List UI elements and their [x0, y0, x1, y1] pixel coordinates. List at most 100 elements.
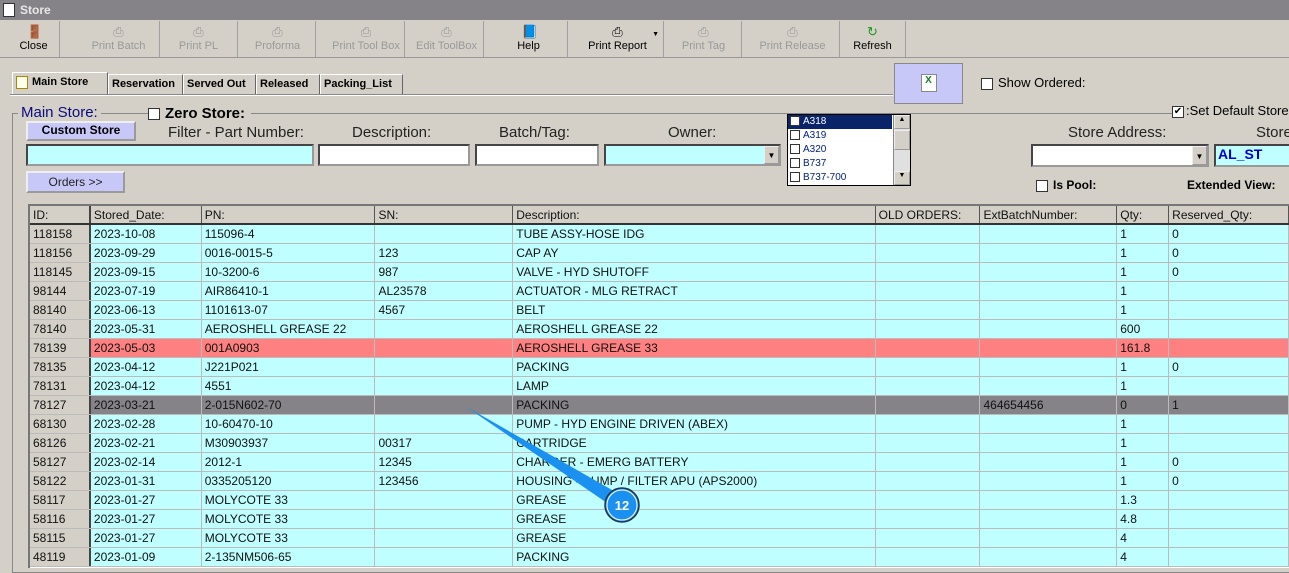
toolbar-print-pl-button[interactable]: ⎙ Print PL — [160, 21, 238, 57]
table-row[interactable]: 88140 2023-06-13 1101613-07 4567 BELT 1 — [30, 301, 1289, 320]
zero-store-checkbox[interactable]: Zero Store: — [148, 105, 252, 122]
chevron-down-icon[interactable]: ▼ — [1192, 146, 1207, 165]
checkbox[interactable] — [790, 130, 800, 141]
tab-packing-list[interactable]: Packing_List — [320, 74, 403, 94]
column-header[interactable]: ID: — [30, 206, 91, 223]
table-row[interactable]: 58115 2023-01-27 MOLYCOTE 33 GREASE 4 — [30, 529, 1289, 548]
tab-served-out[interactable]: Served Out — [183, 74, 256, 94]
table-row[interactable]: 78140 2023-05-31 AEROSHELL GREASE 22 AEROSH… — [30, 320, 1289, 339]
column-header[interactable]: SN: — [375, 206, 514, 223]
description-input[interactable] — [318, 144, 470, 166]
set-default-store-checkbox[interactable]: ✔:Set Default Store — [1172, 103, 1289, 118]
batch-input[interactable] — [475, 144, 599, 166]
table-cell — [980, 225, 1118, 243]
table-cell: 464654456 — [980, 396, 1118, 414]
table-cell — [1169, 282, 1289, 300]
table-header[interactable]: ID: Stored_Date: PN: SN: Description: OLD ORD… — [30, 206, 1289, 225]
table-cell: 10-3200-6 — [202, 263, 376, 281]
table-cell: 58116 — [30, 510, 91, 528]
scroll-thumb[interactable] — [894, 130, 910, 150]
table-cell: 2023-06-13 — [91, 301, 202, 319]
table-row[interactable]: 78131 2023-04-12 4551 LAMP 1 — [30, 377, 1289, 396]
toolbar-close-button[interactable]: 🚪 Close — [8, 21, 60, 57]
group-title: Main Store: — [18, 104, 101, 121]
table-row[interactable]: 118156 2023-09-29 0016-0015-5 123 CAP AY 1 0 — [30, 244, 1289, 263]
column-header[interactable]: Stored_Date: — [91, 206, 202, 223]
toolbar-refresh-button[interactable]: ↻ Refresh — [840, 21, 906, 57]
table-cell: 2023-02-28 — [91, 415, 202, 433]
store-address-select[interactable]: ▼ — [1031, 144, 1209, 167]
table-row[interactable]: 58127 2023-02-14 2012-1 12345 CHARGER - EMER… — [30, 453, 1289, 472]
table-row[interactable]: 58117 2023-01-27 MOLYCOTE 33 GREASE 1.3 — [30, 491, 1289, 510]
table-row[interactable]: 98144 2023-07-19 AIR86410-1 AL23578 ACTUATOR… — [30, 282, 1289, 301]
table-cell: 4 — [1117, 548, 1170, 566]
table-cell: 1 — [1117, 434, 1170, 452]
divider — [10, 94, 893, 96]
is-pool-checkbox[interactable]: Is Pool: — [1036, 178, 1096, 192]
toolbar-print-release-button[interactable]: ⎙ Print Release — [746, 21, 840, 57]
table-cell — [876, 529, 981, 547]
export-excel-button[interactable]: X — [894, 63, 963, 104]
store-input[interactable]: AL_ST — [1214, 144, 1289, 167]
column-header[interactable]: OLD ORDERS: — [876, 206, 981, 223]
table-row[interactable]: 58116 2023-01-27 MOLYCOTE 33 GREASE 4.8 — [30, 510, 1289, 529]
orders-button[interactable]: Orders >> — [26, 171, 125, 193]
table-row[interactable]: 118145 2023-09-15 10-3200-6 987 VALVE - HYD … — [30, 263, 1289, 282]
owner-option[interactable]: B737 — [788, 157, 892, 171]
table-cell: 58117 — [30, 491, 91, 509]
part-number-input[interactable] — [26, 144, 314, 166]
toolbar-print-batch-button[interactable]: ⎙ Print Batch — [78, 21, 160, 57]
toolbar-help-button[interactable]: 📘 Help — [490, 21, 568, 57]
table-cell — [375, 320, 514, 338]
show-ordered-checkbox[interactable]: Show Ordered: — [981, 75, 1085, 90]
scroll-up-icon[interactable]: ▲ — [894, 115, 910, 129]
table-row[interactable]: 78139 2023-05-03 001A0903 AEROSHELL GREASE … — [30, 339, 1289, 358]
owner-option[interactable]: A318 — [788, 115, 892, 129]
toolbar-proforma-button[interactable]: ⎙ Proforma — [240, 21, 316, 57]
table-cell — [876, 453, 981, 471]
owner-option[interactable]: B737-700 — [788, 171, 892, 185]
scrollbar[interactable]: ▲ ▼ — [893, 115, 910, 185]
table-cell: MOLYCOTE 33 — [202, 491, 376, 509]
table-cell: 2023-01-09 — [91, 548, 202, 566]
checkbox[interactable] — [790, 144, 800, 155]
table-cell: 2023-02-21 — [91, 434, 202, 452]
table-row[interactable]: 58122 2023-01-31 0335205120 123456 HOUSING -… — [30, 472, 1289, 491]
owner-select[interactable]: ▼ — [604, 144, 781, 166]
table-row[interactable]: 118158 2023-10-08 115096-4 TUBE ASSY-HOSE I… — [30, 225, 1289, 244]
tab-reservation[interactable]: Reservation — [108, 74, 183, 94]
tab-released[interactable]: Released — [256, 74, 320, 94]
toolbar-print-tool-box-button[interactable]: ⎙ Print Tool Box — [328, 21, 405, 57]
owner-option[interactable]: A320 — [788, 143, 892, 157]
tab-main-store[interactable]: Main Store — [12, 72, 108, 95]
owner-list[interactable]: ▲ ▼ A318 A319 A320 B737 B737-700 — [787, 114, 911, 186]
table-cell: 0 — [1117, 396, 1170, 414]
table-row[interactable]: 78127 2023-03-21 2-015N602-70 PACKING 464654… — [30, 396, 1289, 415]
table-cell — [1169, 339, 1289, 357]
part-number-label: Filter - Part Number: — [168, 124, 304, 141]
scroll-down-icon[interactable]: ▼ — [894, 171, 910, 185]
toolbar-print-report-button[interactable]: ⎙ Print Report ▼ — [572, 21, 664, 57]
column-header[interactable]: PN: — [202, 206, 376, 223]
toolbar-print-tag-button[interactable]: ⎙ Print Tag — [666, 21, 742, 57]
table-row[interactable]: 48119 2023-01-09 2-135NM506-65 PACKING 4 — [30, 548, 1289, 567]
checkbox[interactable] — [790, 116, 800, 127]
table-row[interactable]: 68130 2023-02-28 10-60470-10 PUMP - HYD ENG… — [30, 415, 1289, 434]
table-row[interactable]: 78135 2023-04-12 J221P021 PACKING 1 0 — [30, 358, 1289, 377]
toolbar-edit-toolbox-button[interactable]: ⎙ Edit ToolBox — [410, 21, 484, 57]
column-header[interactable]: ExtBatchNumber: — [980, 206, 1118, 223]
table-cell: BELT — [513, 301, 876, 319]
column-header[interactable]: Qty: — [1117, 206, 1170, 223]
checkbox[interactable] — [790, 172, 800, 183]
dropdown-arrow-icon[interactable]: ▼ — [652, 31, 659, 38]
column-header[interactable]: Description: — [513, 206, 876, 223]
table-cell — [876, 358, 981, 376]
custom-store-button[interactable]: Custom Store — [26, 121, 136, 141]
column-header[interactable]: Reserved_Qty: — [1169, 206, 1289, 223]
owner-option[interactable]: A319 — [788, 129, 892, 143]
chevron-down-icon[interactable]: ▼ — [764, 146, 779, 164]
table-cell: ACTUATOR - MLG RETRACT — [513, 282, 876, 300]
checkbox[interactable] — [790, 158, 800, 169]
table-cell: 2023-09-29 — [91, 244, 202, 262]
table-row[interactable]: 68126 2023-02-21 M30903937 00317 CARTRIDGE 1 — [30, 434, 1289, 453]
